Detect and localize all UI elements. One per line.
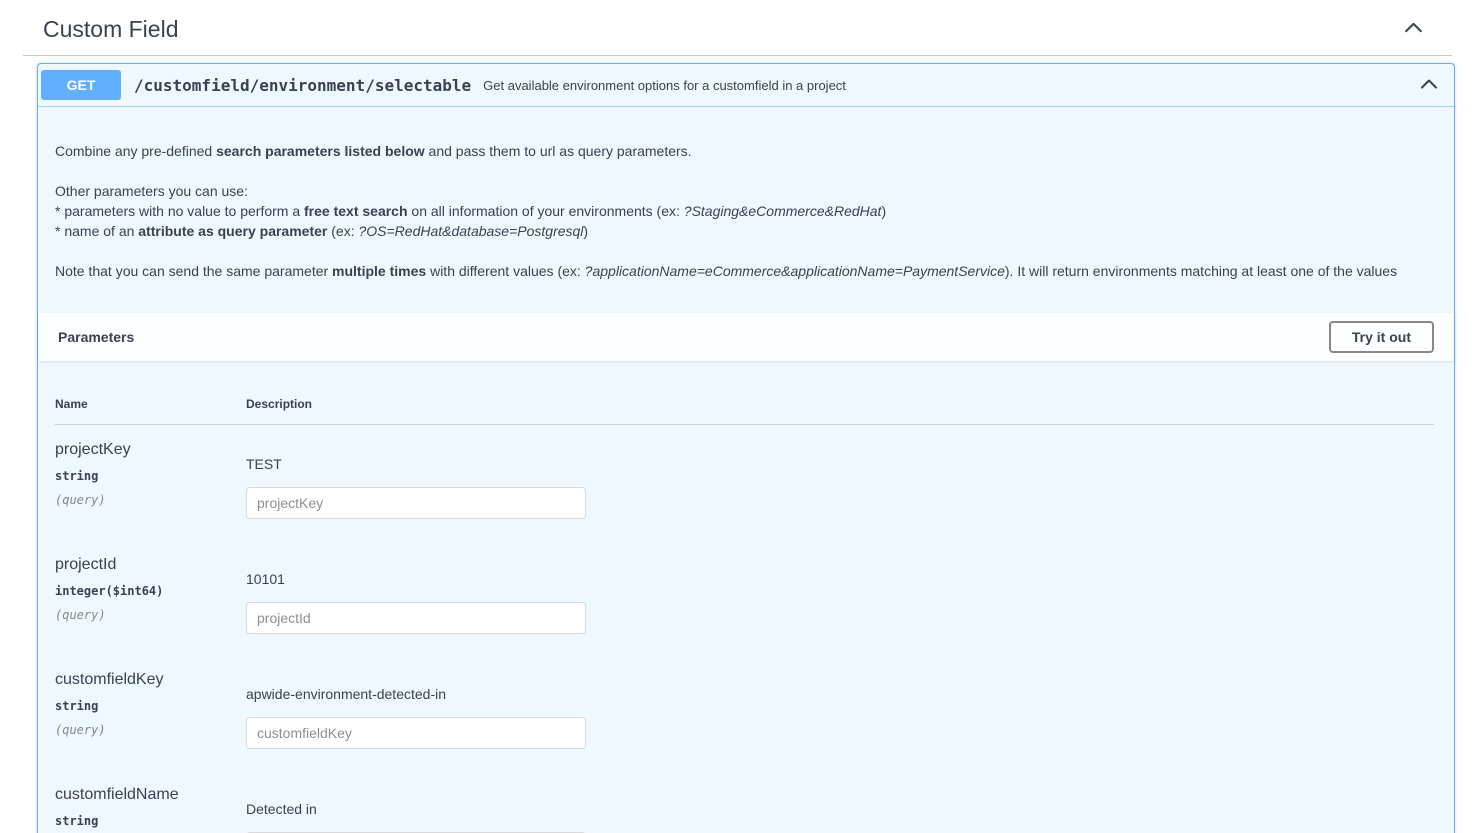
parameter-row-description-cell: 10101 bbox=[246, 540, 1434, 655]
parameter-name: customfieldKey bbox=[55, 671, 246, 689]
parameters-container: Name Description projectKey string (quer… bbox=[38, 361, 1454, 833]
parameter-example: apwide-environment-detected-in bbox=[246, 686, 1434, 702]
chevron-up-icon bbox=[1419, 74, 1439, 97]
parameter-name: projectKey bbox=[55, 441, 246, 459]
endpoint-path: /customfield/environment/selectable bbox=[134, 76, 471, 95]
parameters-table: Name Description projectKey string (quer… bbox=[55, 381, 1434, 833]
http-method-badge: GET bbox=[41, 70, 121, 100]
parameter-row-name-cell: customfieldName string (query) bbox=[55, 770, 246, 833]
parameter-location: (query) bbox=[55, 723, 246, 737]
operation-block-get: GET /customfield/environment/selectable … bbox=[37, 63, 1455, 833]
collapse-operation-button[interactable] bbox=[1417, 72, 1441, 99]
parameter-value-input[interactable] bbox=[246, 602, 586, 634]
parameter-row-description-cell: Detected in bbox=[246, 770, 1434, 833]
parameter-row-description-cell: TEST bbox=[246, 425, 1434, 540]
parameter-example: TEST bbox=[246, 456, 1434, 472]
operation-summary[interactable]: GET /customfield/environment/selectable … bbox=[38, 64, 1454, 107]
parameter-row-description-cell: apwide-environment-detected-in bbox=[246, 655, 1434, 770]
description-paragraph: Combine any pre-defined search parameter… bbox=[55, 141, 1434, 161]
operation-description: Combine any pre-defined search parameter… bbox=[38, 141, 1454, 313]
parameter-type: string bbox=[55, 699, 246, 713]
parameter-example: 10101 bbox=[246, 571, 1434, 587]
tag-section-header: Custom Field bbox=[23, 0, 1452, 56]
parameter-location: (query) bbox=[55, 493, 246, 507]
parameter-row-name-cell: projectId integer($int64) (query) bbox=[55, 540, 246, 655]
parameter-location: (query) bbox=[55, 608, 246, 622]
chevron-up-icon bbox=[1403, 17, 1424, 41]
parameter-example: Detected in bbox=[246, 801, 1434, 817]
endpoint-summary-text: Get available environment options for a … bbox=[483, 78, 846, 93]
parameter-value-input[interactable] bbox=[246, 487, 586, 519]
parameters-title: Parameters bbox=[58, 329, 134, 345]
collapse-tag-button[interactable] bbox=[1401, 15, 1426, 43]
column-header-description: Description bbox=[246, 381, 1434, 425]
parameter-name: customfieldName bbox=[55, 786, 246, 804]
parameter-name: projectId bbox=[55, 556, 246, 574]
parameters-section-header: Parameters Try it out bbox=[38, 313, 1454, 361]
description-paragraph: Other parameters you can use:* parameter… bbox=[55, 181, 1434, 241]
parameter-type: string bbox=[55, 814, 246, 828]
column-header-name: Name bbox=[55, 381, 246, 425]
try-it-out-button[interactable]: Try it out bbox=[1329, 321, 1434, 353]
parameter-row-name-cell: projectKey string (query) bbox=[55, 425, 246, 540]
parameter-type: integer($int64) bbox=[55, 584, 246, 598]
description-paragraph: Note that you can send the same paramete… bbox=[55, 261, 1434, 281]
operation-body: Combine any pre-defined search parameter… bbox=[38, 141, 1454, 833]
parameter-row-name-cell: customfieldKey string (query) bbox=[55, 655, 246, 770]
page-title: Custom Field bbox=[43, 16, 178, 43]
parameter-type: string bbox=[55, 469, 246, 483]
parameter-value-input[interactable] bbox=[246, 717, 586, 749]
